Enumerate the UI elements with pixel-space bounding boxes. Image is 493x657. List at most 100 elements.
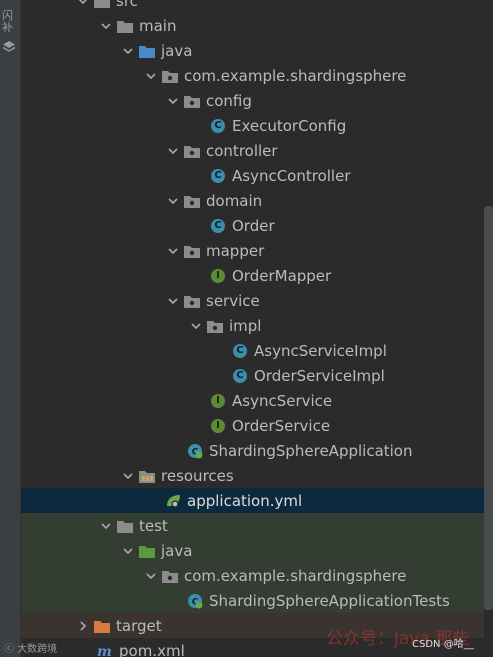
package-icon [184,293,200,309]
package-icon [184,93,200,109]
tree-node-label: ExecutorConfig [232,116,347,135]
interface-icon: I [210,418,226,434]
tree-node-label: domain [206,191,263,210]
tree-node-resources[interactable]: resources [21,463,484,488]
spring-test-class-icon: C [187,593,203,609]
csdn-mark: CSDN @哈__ [412,639,474,650]
tree-node-label: java [161,541,193,560]
tree-node-java[interactable]: java [21,538,484,563]
tree-node-domain[interactable]: domain [21,188,484,213]
tree-node-label: AsyncController [232,166,351,185]
tree-node-ordermapper[interactable]: I OrderMapper [21,263,484,288]
tree-node-asynccontroller[interactable]: C AsyncController [21,163,484,188]
sidebar-vertical-label[interactable]: 闪补 [2,10,16,34]
tree-node-executorconfig[interactable]: C ExecutorConfig [21,113,484,138]
layers-icon[interactable] [2,40,16,54]
source-folder-icon [139,43,155,59]
chevron-down-icon[interactable] [166,244,180,258]
folder-icon [117,518,133,534]
test-folder-icon [139,543,155,559]
tree-node-test[interactable]: test [21,513,484,538]
tree-node-com-example-shardingsphere[interactable]: com.example.shardingsphere [21,563,484,588]
tree-node-label: com.example.shardingsphere [184,66,407,85]
chevron-down-icon[interactable] [121,469,135,483]
tree-node-label: main [139,16,177,35]
package-icon [184,243,200,259]
class-icon: C [232,343,248,359]
tree-node-label: test [139,516,168,535]
excluded-folder-icon [94,618,110,634]
tree-node-controller[interactable]: controller [21,138,484,163]
package-icon [162,568,178,584]
tree-node-label: AsyncService [232,391,333,410]
tree-node-com-example-shardingsphere[interactable]: com.example.shardingsphere [21,63,484,88]
tree-node-label: pom.xml [119,641,185,657]
tree-node-shardingsphereapplication[interactable]: C ShardingSphereApplication [21,438,484,463]
tree-node-config[interactable]: config [21,88,484,113]
tree-node-label: ShardingSphereApplicationTests [209,591,450,610]
tree-node-orderservice[interactable]: I OrderService [21,413,484,438]
tree-node-label: application.yml [187,491,303,510]
class-icon: C [210,168,226,184]
chevron-down-icon[interactable] [166,294,180,308]
package-icon [184,193,200,209]
maven-pom-icon: m [97,643,113,657]
tree-node-service[interactable]: service [21,288,484,313]
svg-text:m: m [97,644,112,657]
chevron-down-icon[interactable] [144,569,158,583]
chevron-down-icon[interactable] [166,144,180,158]
tree-node-asyncserviceimpl[interactable]: C AsyncServiceImpl [21,338,484,363]
class-icon: C [210,218,226,234]
package-icon [184,143,200,159]
tree-node-label: controller [206,141,278,160]
chevron-down-icon[interactable] [121,44,135,58]
tree-node-shardingsphereapplicationtests[interactable]: C ShardingSphereApplicationTests [21,588,484,613]
tree-node-label: target [116,616,162,635]
tree-node-java[interactable]: java [21,38,484,63]
chevron-down-icon[interactable] [76,0,90,8]
tree-node-mapper[interactable]: mapper [21,238,484,263]
tree-node-label: service [206,291,260,310]
chevron-down-icon[interactable] [99,19,113,33]
tree-node-main[interactable]: main [21,13,484,38]
tree-node-label: AsyncServiceImpl [254,341,387,360]
sidebar-footer: ⓒ 大数跨境 [4,640,57,655]
chevron-down-icon[interactable] [166,94,180,108]
chevron-down-icon[interactable] [144,69,158,83]
class-icon: C [232,368,248,384]
chevron-down-icon[interactable] [189,319,203,333]
tree-node-impl[interactable]: impl [21,313,484,338]
chevron-down-icon[interactable] [166,194,180,208]
folder-icon [94,0,110,9]
yaml-file-icon [165,493,181,509]
tree-node-label: com.example.shardingsphere [184,566,407,585]
interface-icon: I [210,268,226,284]
tree-node-label: mapper [206,241,265,260]
chevron-down-icon[interactable] [99,519,113,533]
package-icon [162,68,178,84]
tree-node-asyncservice[interactable]: I AsyncService [21,388,484,413]
resources-folder-icon [139,468,155,484]
tree-node-orderserviceimpl[interactable]: C OrderServiceImpl [21,363,484,388]
sidebar-footer-text: 大数跨境 [17,644,58,655]
project-tool-window-stripe: 闪补 [0,0,21,657]
tree-node-application-yml[interactable]: application.yml [21,488,484,513]
tree-node-label: OrderService [232,416,331,435]
project-tree: src main java com.example.shardingsphere con… [21,0,484,657]
interface-icon: I [210,393,226,409]
tree-node-label: impl [229,316,262,335]
class-icon: C [210,118,226,134]
tree-node-label: Order [232,216,275,235]
tree-node-label: ShardingSphereApplication [209,441,413,460]
spring-boot-class-icon: C [187,443,203,459]
tree-node-label: src [116,0,138,10]
tree-node-label: OrderServiceImpl [254,366,385,385]
package-icon [207,318,223,334]
tree-node-label: resources [161,466,234,485]
tree-scrollbar[interactable] [484,206,493,610]
tree-node-order[interactable]: C Order [21,213,484,238]
chevron-right-icon[interactable] [76,619,90,633]
chevron-down-icon[interactable] [121,544,135,558]
tree-node-src[interactable]: src [21,0,484,13]
tree-node-label: config [206,91,252,110]
